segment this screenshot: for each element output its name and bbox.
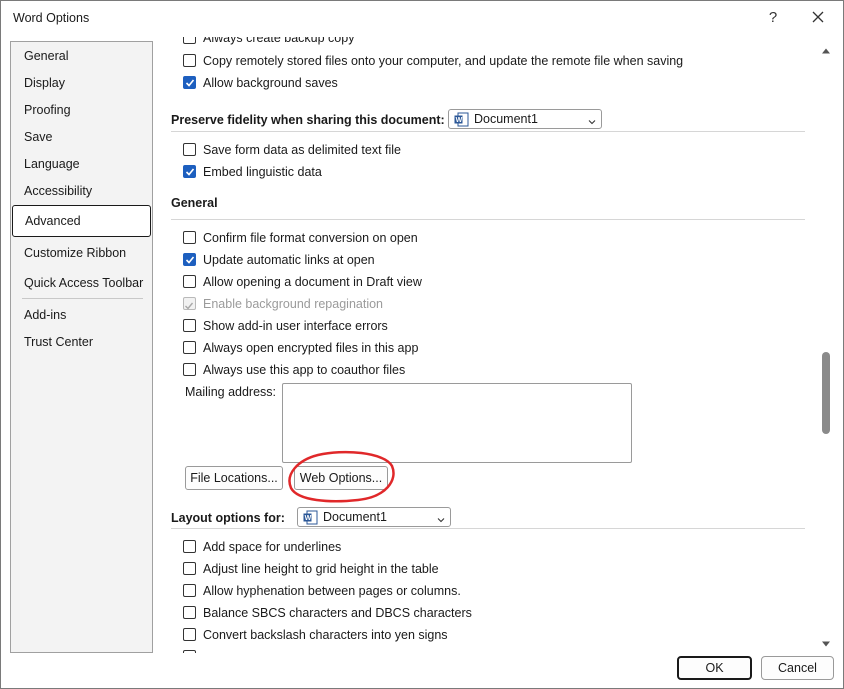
option-label: Balance SBCS characters and DBCS charact… [203,606,472,620]
checkbox[interactable] [183,363,196,376]
window-title: Word Options [13,11,90,25]
checkbox-checked[interactable] [183,165,196,178]
section-divider [171,131,805,132]
scroll-down-icon[interactable] [822,637,830,651]
nav-item-proofing[interactable]: Proofing [11,97,152,123]
fidelity-document-dropdown[interactable]: W Document1 [448,109,602,129]
option-label: Always create backup copy [203,37,355,45]
nav-item-customize-ribbon[interactable]: Customize Ribbon [11,240,152,266]
close-icon[interactable] [807,7,829,29]
file-locations-button[interactable]: File Locations... [185,466,283,490]
cancel-button[interactable]: Cancel [761,656,834,680]
vertical-scrollbar[interactable] [819,41,833,653]
title-bar: Word Options ? [1,1,843,35]
web-options-button[interactable]: Web Options... [294,466,388,490]
checkbox[interactable] [183,143,196,156]
checkbox[interactable] [183,275,196,288]
option-label: Embed linguistic data [203,165,322,179]
ok-button[interactable]: OK [677,656,752,680]
option-label: Always use this app to coauthor files [203,363,406,377]
section-heading-fidelity: Preserve fidelity when sharing this docu… [171,113,445,127]
chevron-down-icon [437,513,445,523]
mailing-address-label: Mailing address: [185,385,277,399]
option-label: Allow background saves [203,76,338,90]
nav-divider [22,298,143,299]
checkbox[interactable] [183,341,196,354]
option-label: Convert backslash characters into yen si… [203,628,448,642]
word-document-icon: W [454,112,469,127]
checkbox-disabled [183,297,196,310]
option-label: Save form data as delimited text file [203,143,402,157]
option-label: Show add-in user interface errors [203,319,388,333]
checkbox[interactable] [183,584,196,597]
checkbox[interactable] [183,540,196,553]
layout-document-dropdown[interactable]: W Document1 [297,507,451,527]
mailing-address-field[interactable] [282,383,632,463]
section-divider [171,219,805,220]
checkbox[interactable] [183,606,196,619]
checkbox[interactable] [183,231,196,244]
dropdown-value: Document1 [323,510,387,524]
svg-text:W: W [456,117,463,124]
help-button[interactable]: ? [763,7,783,29]
svg-text:W: W [305,515,312,522]
checkbox[interactable] [183,628,196,641]
option-label: Always open encrypted files in this app [203,341,419,355]
category-nav: General Display Proofing Save Language A… [10,41,153,653]
section-divider [171,528,805,529]
option-label: Update automatic links at open [203,253,375,267]
option-label: Confirm file format conversion on open [203,231,418,245]
nav-item-save[interactable]: Save [11,124,152,150]
option-label: Copy remotely stored files onto your com… [203,54,684,68]
nav-item-language[interactable]: Language [11,151,152,177]
checkbox-checked[interactable] [183,76,196,89]
nav-item-accessibility[interactable]: Accessibility [11,178,152,204]
dropdown-value: Document1 [474,112,538,126]
section-heading-general: General [171,196,218,210]
word-document-icon: W [303,510,318,525]
scrollbar-thumb[interactable] [822,352,830,434]
checkbox[interactable] [183,562,196,575]
checkbox-checked[interactable] [183,253,196,266]
word-options-dialog: Word Options ? General Display Proofing … [0,0,844,689]
checkbox[interactable] [183,37,196,44]
option-label: Allow hyphenation between pages or colum… [203,584,461,598]
nav-item-general[interactable]: General [11,43,152,69]
nav-item-display[interactable]: Display [11,70,152,96]
option-label: Add space for underlines [203,540,342,554]
section-heading-layout: Layout options for: [171,511,285,525]
chevron-down-icon [588,115,596,125]
nav-item-trust-center[interactable]: Trust Center [11,329,152,355]
checkbox[interactable] [183,54,196,67]
nav-item-advanced[interactable]: Advanced [12,205,151,237]
option-label: Allow opening a document in Draft view [203,275,422,289]
option-label: Adjust line height to grid height in the… [203,562,439,576]
nav-item-add-ins[interactable]: Add-ins [11,302,152,328]
checkbox[interactable] [183,319,196,332]
checkbox[interactable] [183,650,196,653]
scroll-up-icon[interactable] [822,44,830,58]
option-label: Enable background repagination [203,297,383,311]
advanced-options-panel: Always create backup copy Copy remotely … [159,37,817,653]
nav-item-quick-access-toolbar[interactable]: Quick Access Toolbar [11,270,152,296]
